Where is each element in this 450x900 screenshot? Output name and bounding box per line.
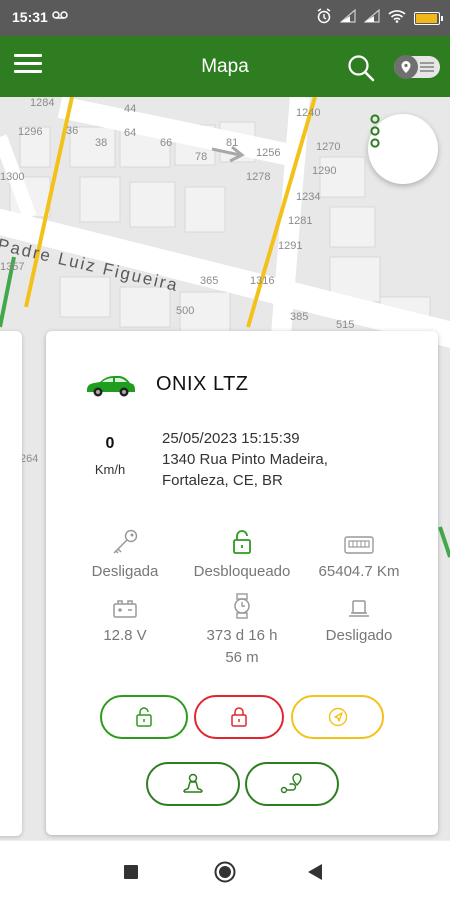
ignition-stat: Desligada xyxy=(60,527,190,583)
lock-icon xyxy=(231,707,247,727)
battery-level xyxy=(416,14,437,23)
vehicle-name: ONIX LTZ xyxy=(156,373,249,395)
house-number: 66 xyxy=(160,137,173,149)
route-button[interactable] xyxy=(245,762,339,806)
unlock-button[interactable] xyxy=(100,695,188,739)
address-line-2: Fortaleza, CE, BR xyxy=(162,472,283,489)
house-number: 1281 xyxy=(288,215,313,227)
battery-voltage: 12.8 V xyxy=(103,627,147,644)
alarm-icon xyxy=(316,8,332,29)
house-number: 1316 xyxy=(250,275,275,287)
house-number: 36 xyxy=(66,125,79,137)
unlocked-icon xyxy=(177,527,307,555)
house-number: 1278 xyxy=(246,171,271,183)
house-number: 64 xyxy=(124,127,137,139)
house-number: 1284 xyxy=(30,97,55,109)
key-icon xyxy=(60,527,190,555)
battery-stat: 12.8 V xyxy=(60,591,190,647)
house-number: 1270 xyxy=(316,141,341,153)
status-time: 15:31 xyxy=(12,9,48,25)
house-number: 1240 xyxy=(296,107,321,119)
time-line-1: 373 d 16 h xyxy=(206,627,278,644)
navigation-icon xyxy=(328,707,347,727)
house-number: 38 xyxy=(95,137,108,149)
page-title: Mapa xyxy=(201,56,249,77)
search-icon[interactable] xyxy=(346,53,376,83)
car-icon xyxy=(84,374,136,403)
speed-unit: Km/h xyxy=(94,462,126,477)
time-line-2: 56 m xyxy=(225,649,259,666)
system-nav-bar xyxy=(0,840,450,900)
vehicle-address: 1340 Rua Pinto Madeira, Fortaleza, CE, B… xyxy=(162,449,328,491)
house-number: 78 xyxy=(195,151,208,163)
time-stat: 373 d 16 h 56 m xyxy=(177,591,307,669)
driver-button[interactable] xyxy=(146,762,240,806)
house-number: 500 xyxy=(176,305,195,317)
more-vertical-icon xyxy=(370,114,380,148)
navigate-button[interactable] xyxy=(291,695,384,739)
recent-apps-icon[interactable] xyxy=(124,865,138,884)
address-line-1: 1340 Rua Pinto Madeira, xyxy=(162,451,328,468)
house-number: 1234 xyxy=(296,191,321,203)
lock-button[interactable] xyxy=(194,695,284,739)
signal-icon xyxy=(363,8,380,28)
previous-vehicle-card[interactable] xyxy=(0,331,22,836)
driver-icon xyxy=(183,773,203,793)
odometer-icon xyxy=(294,527,424,555)
map-pin-icon xyxy=(394,55,418,79)
battery-icon xyxy=(414,12,443,25)
home-icon[interactable] xyxy=(214,861,236,888)
house-number: 365 xyxy=(200,275,219,287)
wifi-icon xyxy=(388,9,406,28)
status-icons xyxy=(316,8,443,29)
vehicle-card[interactable]: ONIX LTZ 0 Km/h 25/05/2023 15:15:39 1340… xyxy=(46,331,438,835)
back-icon[interactable] xyxy=(308,864,322,885)
house-number: 1290 xyxy=(312,165,337,177)
house-number: 1300 xyxy=(0,171,25,183)
map-list-toggle-icon[interactable] xyxy=(394,55,440,79)
voicemail-icon xyxy=(52,9,68,23)
lock-status: Desbloqueado xyxy=(193,563,291,580)
watch-icon xyxy=(177,591,307,619)
last-update-datetime: 25/05/2023 15:15:39 xyxy=(162,430,300,447)
more-options-button[interactable] xyxy=(368,114,438,184)
unlock-icon xyxy=(136,707,152,727)
status-bar: 15:31 xyxy=(0,0,450,36)
odometer-value: 65404.7 Km xyxy=(318,563,400,580)
house-number: 385 xyxy=(290,311,309,323)
house-number: 1357 xyxy=(0,261,25,273)
house-number: 44 xyxy=(124,103,137,115)
speed-value: 0 xyxy=(105,435,115,452)
signal-icon xyxy=(339,8,356,28)
car-battery-icon xyxy=(60,591,190,619)
house-number: 264 xyxy=(20,453,39,465)
house-number: 1291 xyxy=(278,240,303,252)
device-icon xyxy=(294,591,424,619)
device-stat: Desligado xyxy=(294,591,424,647)
ignition-status: Desligada xyxy=(91,563,159,580)
house-number: 81 xyxy=(226,137,239,149)
lock-stat: Desbloqueado xyxy=(177,527,307,583)
device-status: Desligado xyxy=(325,627,393,644)
house-number: 1296 xyxy=(18,126,43,138)
route-icon xyxy=(280,773,302,794)
house-number: 1256 xyxy=(256,147,281,159)
list-icon xyxy=(420,62,434,74)
house-number: 515 xyxy=(336,319,355,331)
odometer-stat: 65404.7 Km xyxy=(294,527,424,583)
app-bar: Mapa xyxy=(0,36,450,97)
